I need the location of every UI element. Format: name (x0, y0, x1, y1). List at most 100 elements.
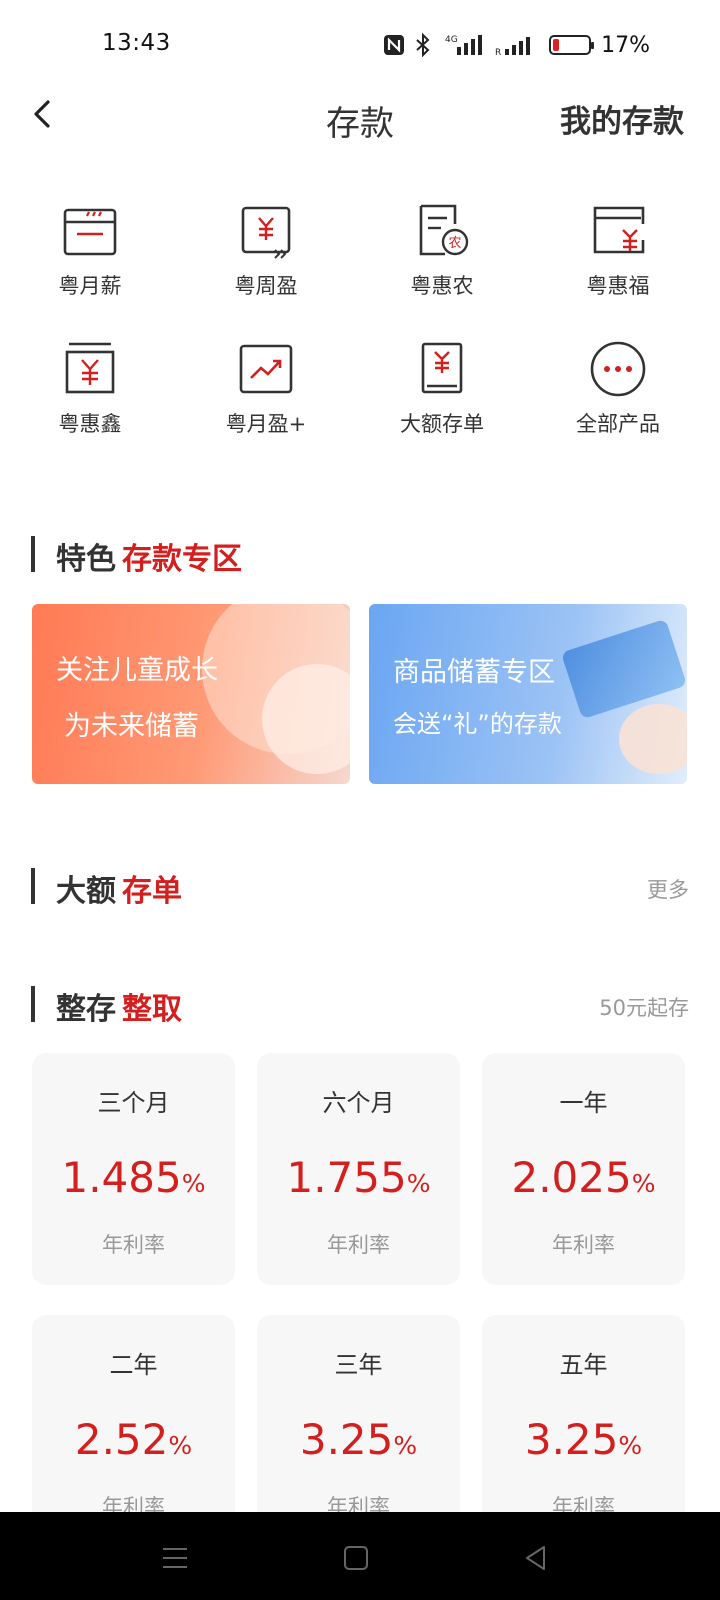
battery-icon (549, 35, 595, 55)
interest-rate: 3.25% (257, 1415, 460, 1464)
nfc-icon (383, 33, 405, 57)
rate-card[interactable]: 三个月 1.485% 年利率 (32, 1053, 235, 1285)
product-item[interactable]: 粤月薪 (0, 200, 180, 300)
rate-card[interactable]: 一年 2.025% 年利率 (482, 1053, 685, 1285)
product-item[interactable]: 全部产品 (528, 338, 708, 438)
product-item[interactable]: 粤惠福 (528, 200, 708, 300)
back-nav-button[interactable] (518, 1540, 554, 1576)
product-label: 粤惠农 (410, 274, 474, 298)
product-label: 大额存单 (400, 412, 484, 436)
percent-sign: % (406, 1169, 431, 1198)
percent-sign: % (618, 1431, 643, 1460)
product-label: 全部产品 (576, 412, 660, 436)
menu-button[interactable] (157, 1540, 193, 1576)
percent-sign: % (393, 1431, 418, 1460)
agri-document-icon: 农 (411, 200, 473, 262)
interest-rate: 1.485% (32, 1153, 235, 1202)
rate-card[interactable]: 六个月 1.755% 年利率 (257, 1053, 460, 1285)
system-nav-bar (0, 1512, 720, 1600)
percent-sign: % (168, 1431, 193, 1460)
battery-percent: 17% (601, 32, 650, 58)
agri-badge: 农 (448, 236, 461, 251)
deposit-term: 二年 (109, 1351, 158, 1379)
bluetooth-icon (415, 33, 431, 57)
home-square-icon (344, 1546, 368, 1570)
interest-rate-value: 1.485 (61, 1153, 182, 1202)
child-savings-banner[interactable]: 关注儿童成长 为未来储蓄 (32, 604, 350, 784)
section-marker (31, 536, 35, 572)
yen-certificate-icon (411, 338, 473, 400)
header: 存款 我的存款 (0, 90, 720, 146)
interest-rate: 2.025% (482, 1153, 685, 1202)
menu-icon (163, 1548, 187, 1568)
section-marker (31, 868, 35, 904)
banner-line1: 关注儿童成长 (56, 655, 218, 686)
section-marker (31, 986, 35, 1022)
yen-wallet-icon (587, 200, 649, 262)
banner-line1: 商品储蓄专区 (393, 657, 555, 688)
rate-label: 年利率 (327, 1233, 390, 1257)
signal-roaming-icon: R (495, 33, 539, 57)
product-item[interactable]: 大额存单 (352, 338, 532, 438)
section-title: 大额 存单 (56, 866, 182, 910)
section-title: 整存 整取 (56, 984, 182, 1028)
gift-savings-banner[interactable]: 商品储蓄专区 会送“礼”的存款 (369, 604, 687, 784)
section-title-red: 存款专区 (122, 542, 242, 577)
back-triangle-icon (526, 1546, 545, 1570)
product-label: 粤月薪 (58, 274, 122, 298)
salary-card-icon (59, 200, 121, 262)
my-deposit-link[interactable]: 我的存款 (560, 96, 684, 141)
deposit-term: 六个月 (322, 1089, 395, 1117)
interest-rate: 1.755% (257, 1153, 460, 1202)
hand-image (619, 704, 687, 774)
product-item[interactable]: 农 粤惠农 (352, 200, 532, 300)
roaming-label: R (495, 48, 501, 57)
product-label: 粤周盈 (234, 274, 298, 298)
product-item[interactable]: 粤月盈+ (176, 338, 356, 438)
large-cd-section-title: 大额 存单 更多 (31, 866, 689, 909)
product-item[interactable]: 粤惠鑫 (0, 338, 180, 438)
more-link[interactable]: 更多 (647, 874, 689, 904)
featured-section-title: 特色 存款专区 (31, 534, 689, 577)
interest-rate-value: 2.025 (511, 1153, 632, 1202)
product-label: 粤月盈+ (225, 412, 307, 436)
banner-line2: 会送“礼”的存款 (393, 710, 562, 738)
trend-chart-icon (235, 338, 297, 400)
product-item[interactable]: 粤周盈 (176, 200, 356, 300)
rate-label: 年利率 (102, 1233, 165, 1257)
percent-sign: % (631, 1169, 656, 1198)
section-title-black: 整存 (56, 992, 116, 1027)
section-title-red: 存单 (122, 874, 182, 909)
more-dots-icon (587, 338, 649, 400)
percent-sign: % (181, 1169, 206, 1198)
interest-rate-value: 3.25 (299, 1415, 394, 1464)
fixed-deposit-section-title: 整存 整取 50元起存 (31, 984, 689, 1027)
section-title: 特色 存款专区 (56, 534, 242, 578)
signal-4g-icon: 4G (441, 33, 485, 57)
interest-rate: 3.25% (482, 1415, 685, 1464)
deposit-term: 三年 (334, 1351, 383, 1379)
section-title-red: 整取 (122, 992, 182, 1027)
yen-box-icon (59, 338, 121, 400)
status-icons: 4G R 17% (383, 30, 650, 60)
product-label: 粤惠鑫 (58, 412, 122, 436)
interest-rate-value: 3.25 (524, 1415, 619, 1464)
section-title-black: 特色 (56, 542, 116, 577)
section-title-black: 大额 (56, 874, 116, 909)
product-label: 粤惠福 (586, 274, 650, 298)
interest-rate: 2.52% (32, 1415, 235, 1464)
yen-weekly-icon (235, 200, 297, 262)
interest-rate-value: 2.52 (74, 1415, 169, 1464)
rate-label: 年利率 (552, 1233, 615, 1257)
interest-rate-value: 1.755 (286, 1153, 407, 1202)
deposit-term: 一年 (559, 1089, 608, 1117)
deposit-term: 三个月 (97, 1089, 170, 1117)
status-time: 13:43 (102, 30, 171, 56)
battery-fill (553, 39, 560, 51)
deposit-term: 五年 (559, 1351, 608, 1379)
status-bar: 13:43 4G R 17% (0, 0, 720, 90)
minimum-deposit-note: 50元起存 (599, 996, 689, 1020)
network-label: 4G (445, 35, 458, 45)
banner-line2: 为未来储蓄 (64, 711, 199, 742)
home-button[interactable] (338, 1540, 374, 1576)
